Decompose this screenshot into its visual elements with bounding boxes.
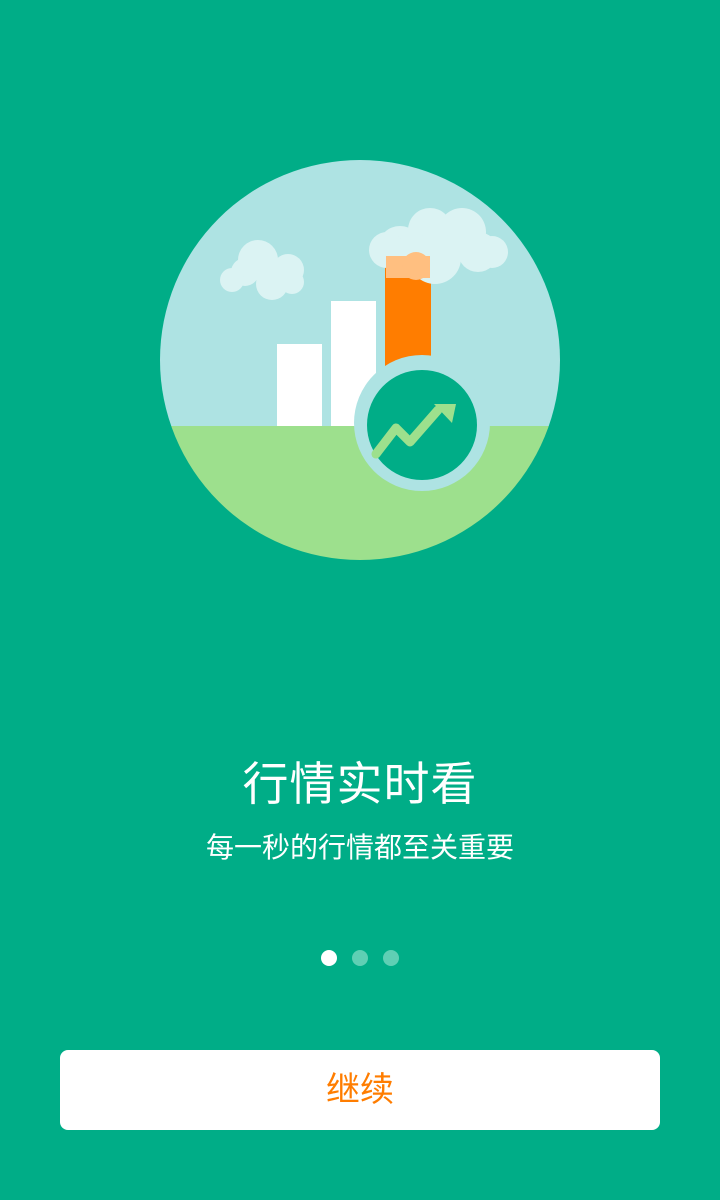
- market-rise-illustration-icon: [160, 160, 560, 560]
- page-dot-3[interactable]: [383, 950, 399, 966]
- page-dot-1[interactable]: [321, 950, 337, 966]
- continue-button[interactable]: 继续: [60, 1050, 660, 1130]
- onboarding-headline: 行情实时看: [242, 757, 478, 811]
- page-dot-2[interactable]: [352, 950, 368, 966]
- market-illustration: [160, 160, 560, 560]
- bar-short: [277, 344, 322, 426]
- page-indicator: [0, 950, 720, 966]
- onboarding-subtitle: 每一秒的行情都至关重要: [205, 831, 514, 864]
- onboarding-screen: 行情实时看 每一秒的行情都至关重要 继续: [0, 0, 720, 1200]
